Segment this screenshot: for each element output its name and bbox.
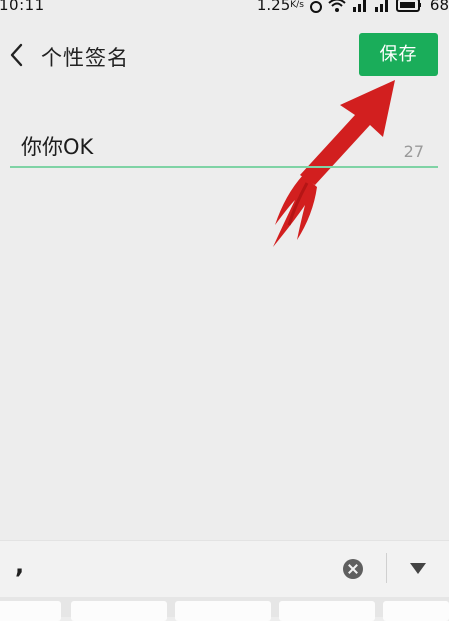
input-underline: [10, 166, 438, 168]
keyboard-key[interactable]: [383, 601, 449, 621]
keyboard-key[interactable]: [71, 601, 167, 621]
keyboard-keys-row: [0, 597, 449, 621]
page-title: 个性签名: [41, 46, 129, 70]
network-speed-value: 1.25: [256, 0, 291, 14]
status-icons: 1.25K/s 68: [257, 0, 449, 13]
signal-icon: [352, 0, 368, 12]
keyboard-key[interactable]: [279, 601, 375, 621]
network-speed-unit: K/s: [290, 0, 304, 10]
signal-icon-2: [374, 0, 390, 12]
keyboard-candidate-bar: ,: [0, 540, 449, 597]
collapse-keyboard-icon[interactable]: [410, 563, 426, 574]
clear-icon[interactable]: [343, 559, 363, 579]
keyboard-key[interactable]: [0, 601, 61, 621]
wifi-icon: [328, 0, 346, 12]
battery-icon: [395, 0, 422, 12]
save-button[interactable]: 保存: [359, 33, 438, 76]
keyboard-key[interactable]: [175, 601, 271, 621]
signature-input[interactable]: 你你OK 27: [10, 120, 438, 168]
battery-level: 68: [429, 0, 449, 14]
status-bar: 10:11 1.25K/s 68: [0, 0, 449, 16]
alarm-icon: [309, 1, 322, 13]
keyboard-preedit-text: ,: [15, 551, 25, 579]
back-arrow-icon[interactable]: [6, 40, 28, 70]
status-time: 10:11: [0, 0, 45, 14]
network-speed: 1.25K/s: [257, 0, 304, 13]
divider: [386, 553, 387, 583]
remaining-char-count: 27: [403, 142, 424, 161]
signature-text[interactable]: 你你OK: [21, 131, 93, 161]
